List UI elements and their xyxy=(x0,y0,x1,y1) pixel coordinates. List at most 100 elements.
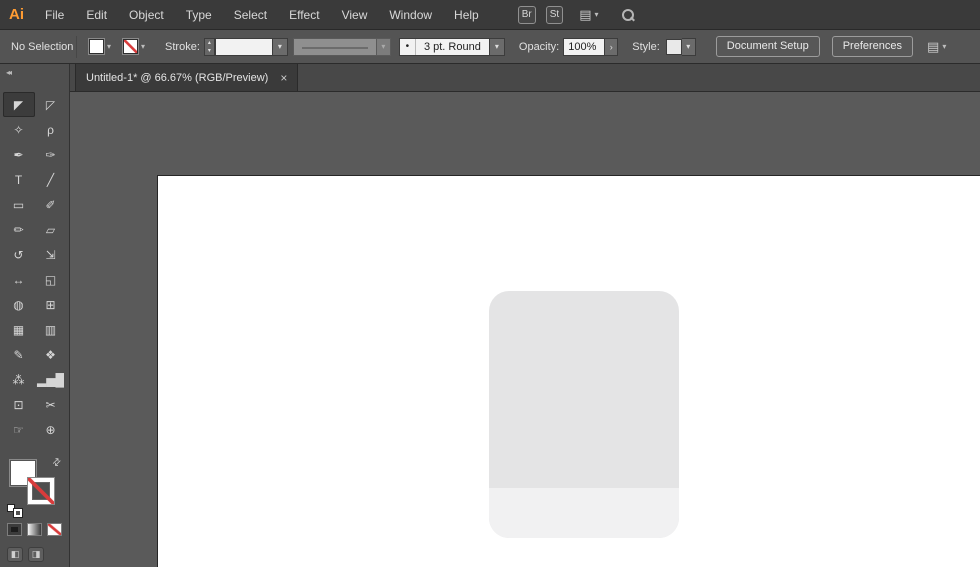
document-tab-bar: Untitled-1* @ 66.67% (RGB/Preview) × xyxy=(70,64,980,92)
arrange-documents-button[interactable]: ▤ ▾ xyxy=(579,8,598,21)
shape-builder-tool[interactable]: ◍ xyxy=(3,292,35,317)
eraser-tool[interactable]: ▱ xyxy=(35,217,67,242)
chevron-down-icon: ▾ xyxy=(376,37,391,56)
menu-help[interactable]: Help xyxy=(443,0,490,29)
menu-select[interactable]: Select xyxy=(223,0,278,29)
eyedropper-tool[interactable]: ✎ xyxy=(3,342,35,367)
free-transform-tool[interactable]: ◱ xyxy=(35,267,67,292)
width-profile-dropdown: ▾ xyxy=(292,37,391,56)
brush-value: 3 pt. Round xyxy=(415,37,490,56)
menu-view[interactable]: View xyxy=(331,0,379,29)
opacity-label[interactable]: Opacity: xyxy=(519,41,559,53)
selection-tool[interactable]: ◤ xyxy=(2,92,35,117)
brush-dot-icon: • xyxy=(398,37,415,56)
paintbrush-tool[interactable]: ✐ xyxy=(35,192,67,217)
zoom-tool[interactable]: ⊕ xyxy=(35,417,67,442)
brush-definition-dropdown[interactable]: • 3 pt. Round ▾ xyxy=(398,37,505,56)
stroke-width-dropdown-button[interactable]: ▾ xyxy=(272,37,288,56)
default-stroke-square xyxy=(14,509,22,517)
stepper-down-icon[interactable]: ▾ xyxy=(205,47,214,55)
fill-color-swatch[interactable] xyxy=(89,39,104,54)
chevron-down-icon: ▾ xyxy=(594,9,599,19)
panel-options-icon: ▤ xyxy=(927,39,940,54)
style-swatch[interactable] xyxy=(665,38,682,55)
blend-tool[interactable]: ❖ xyxy=(35,342,67,367)
screen-mode-buttons: ◧ ◨ xyxy=(7,547,44,562)
menu-effect[interactable]: Effect xyxy=(278,0,330,29)
scale-tool[interactable]: ⇲ xyxy=(35,242,67,267)
none-button[interactable] xyxy=(47,523,62,536)
canvas-area[interactable] xyxy=(70,92,980,567)
perspective-grid-tool[interactable]: ⊞ xyxy=(35,292,67,317)
draw-mode-button[interactable]: ◧ xyxy=(7,547,23,562)
divider xyxy=(76,35,77,58)
gradient-button[interactable] xyxy=(27,523,42,536)
menu-object[interactable]: Object xyxy=(118,0,175,29)
direct-selection-tool[interactable]: ◸ xyxy=(35,92,67,117)
slice-tool[interactable]: ✂ xyxy=(35,392,67,417)
width-profile-preview xyxy=(292,37,377,56)
width-tool[interactable]: ↔ xyxy=(3,267,35,292)
color-mode-buttons xyxy=(7,523,62,536)
arrange-documents-icon: ▤ xyxy=(579,7,592,22)
menu-bar: Ai File Edit Object Type Select Effect View Win… xyxy=(0,0,980,30)
document-tab-title: Untitled-1* @ 66.67% (RGB/Preview) xyxy=(86,71,269,84)
stroke-label[interactable]: Stroke: xyxy=(165,41,200,53)
hand-tool[interactable]: ☞ xyxy=(3,417,35,442)
stroke-width-input[interactable] xyxy=(214,37,273,56)
color-button[interactable] xyxy=(7,523,22,536)
pencil-tool[interactable]: ✏ xyxy=(3,217,35,242)
rectangle-tool[interactable]: ▭ xyxy=(3,192,35,217)
collapse-panel-button[interactable]: ◂◂ xyxy=(0,64,69,84)
stroke-color-dropdown[interactable]: ▾ xyxy=(123,39,145,54)
stroke-none-swatch[interactable] xyxy=(123,39,139,54)
line-segment-tool[interactable]: ╱ xyxy=(35,167,67,192)
illustrator-window: Ai File Edit Object Type Select Effect View Win… xyxy=(0,0,980,567)
type-tool[interactable]: T xyxy=(3,167,35,192)
opacity-input[interactable] xyxy=(563,37,606,56)
screen-mode-button[interactable]: ◨ xyxy=(28,547,44,562)
rounded-rect-shape[interactable] xyxy=(489,291,679,538)
tools-grid: ◤ ◸ ✧ ρ ✒ ✑ T ╱ ▭ ✐ ✏ ▱ ↺ ⇲ ↔ ◱ ◍ ⊞ ▦ ▥ ✎ ❖ ⁂ ▂▅█ ⊡ ✂ ☞ ⊕ xyxy=(0,92,69,442)
opacity-popout-button[interactable]: › xyxy=(605,37,619,56)
style-label[interactable]: Style: xyxy=(632,41,660,53)
chevron-down-icon[interactable]: ▾ xyxy=(107,42,111,51)
document-setup-button[interactable]: Document Setup xyxy=(715,36,820,57)
column-graph-tool[interactable]: ▂▅█ xyxy=(35,367,67,392)
brush-dropdown-button[interactable]: ▾ xyxy=(489,37,505,56)
stroke-swatch[interactable] xyxy=(28,478,54,504)
bridge-button[interactable]: Br xyxy=(517,5,536,24)
stock-button[interactable]: St xyxy=(545,5,564,24)
document-tab[interactable]: Untitled-1* @ 66.67% (RGB/Preview) × xyxy=(75,64,299,91)
menu-window[interactable]: Window xyxy=(378,0,443,29)
close-icon[interactable]: × xyxy=(280,71,287,85)
gradient-tool[interactable]: ▥ xyxy=(35,317,67,342)
chevron-down-icon[interactable]: ▾ xyxy=(141,42,145,51)
menu-type[interactable]: Type xyxy=(175,0,223,29)
artboard-tool[interactable]: ⊡ xyxy=(3,392,35,417)
search-icon[interactable] xyxy=(621,8,635,22)
chevron-down-icon: ▾ xyxy=(942,41,947,51)
swap-fill-stroke-icon[interactable]: ⇄ xyxy=(50,456,64,470)
stroke-width-stepper[interactable]: ▴ ▾ xyxy=(203,37,215,56)
symbol-sprayer-tool[interactable]: ⁂ xyxy=(3,367,35,392)
menu-edit[interactable]: Edit xyxy=(75,0,118,29)
artboard[interactable] xyxy=(157,175,980,567)
chevron-down-icon[interactable]: ▾ xyxy=(681,37,696,56)
rotate-tool[interactable]: ↺ xyxy=(3,242,35,267)
panel-options-button[interactable]: ▤ ▾ xyxy=(927,40,946,53)
lasso-tool[interactable]: ρ xyxy=(35,117,67,142)
curvature-tool[interactable]: ✑ xyxy=(35,142,67,167)
style-dropdown[interactable]: ▾ xyxy=(665,37,696,56)
menu-file[interactable]: File xyxy=(34,0,75,29)
app-logo: Ai xyxy=(9,6,24,23)
stepper-up-icon[interactable]: ▴ xyxy=(205,39,214,47)
preferences-button[interactable]: Preferences xyxy=(831,36,914,57)
control-bar: No Selection ▾ ▾ Stroke: ▴ ▾ ▾ ▾ • 3 pt.… xyxy=(0,30,980,64)
mesh-tool[interactable]: ▦ xyxy=(3,317,35,342)
default-fill-stroke-icon[interactable] xyxy=(7,504,22,517)
magic-wand-tool[interactable]: ✧ xyxy=(3,117,35,142)
pen-tool[interactable]: ✒ xyxy=(3,142,35,167)
selection-status: No Selection xyxy=(11,40,74,53)
fill-color-dropdown[interactable]: ▾ xyxy=(89,39,111,54)
